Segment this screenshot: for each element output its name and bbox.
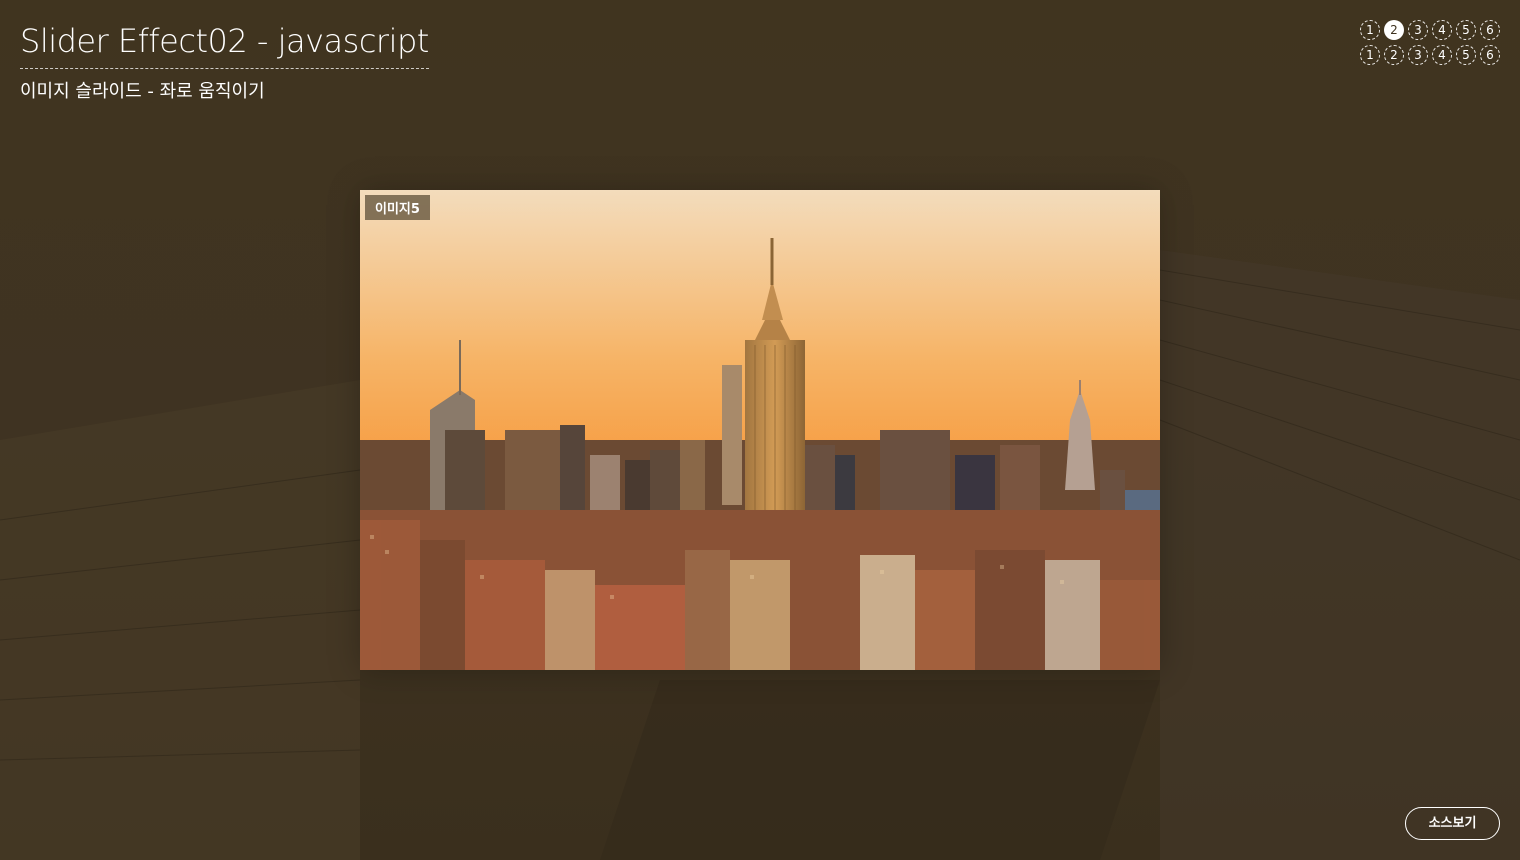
slide-label: 이미지5 [365,195,430,220]
nav-dot-3[interactable]: 3 [1408,45,1428,65]
nav-dot-5[interactable]: 5 [1456,20,1476,40]
nav-dot-3[interactable]: 3 [1408,20,1428,40]
image-slider: 이미지5 [360,190,1160,670]
header: Slider Effect02 - javascript 이미지 슬라이드 - … [20,20,429,103]
view-source-button[interactable]: 소스보기 [1405,807,1500,840]
nav-dot-6[interactable]: 6 [1480,20,1500,40]
nav-dot-2[interactable]: 2 [1384,20,1404,40]
slide-image-city-skyline [360,190,1160,670]
nav-row-secondary: 1 2 3 4 5 6 [1360,45,1500,65]
nav-dot-1[interactable]: 1 [1360,20,1380,40]
nav-dot-5[interactable]: 5 [1456,45,1476,65]
page-subtitle: 이미지 슬라이드 - 좌로 움직이기 [20,81,265,102]
nav-dot-4[interactable]: 4 [1432,20,1452,40]
nav-dot-6[interactable]: 6 [1480,45,1500,65]
nav-dot-1[interactable]: 1 [1360,45,1380,65]
page-title: Slider Effect02 - javascript [20,20,429,69]
nav-dot-2[interactable]: 2 [1384,45,1404,65]
nav-row-primary: 1 2 3 4 5 6 [1360,20,1500,40]
slide-navigation: 1 2 3 4 5 6 1 2 3 4 5 6 [1360,20,1500,70]
nav-dot-4[interactable]: 4 [1432,45,1452,65]
